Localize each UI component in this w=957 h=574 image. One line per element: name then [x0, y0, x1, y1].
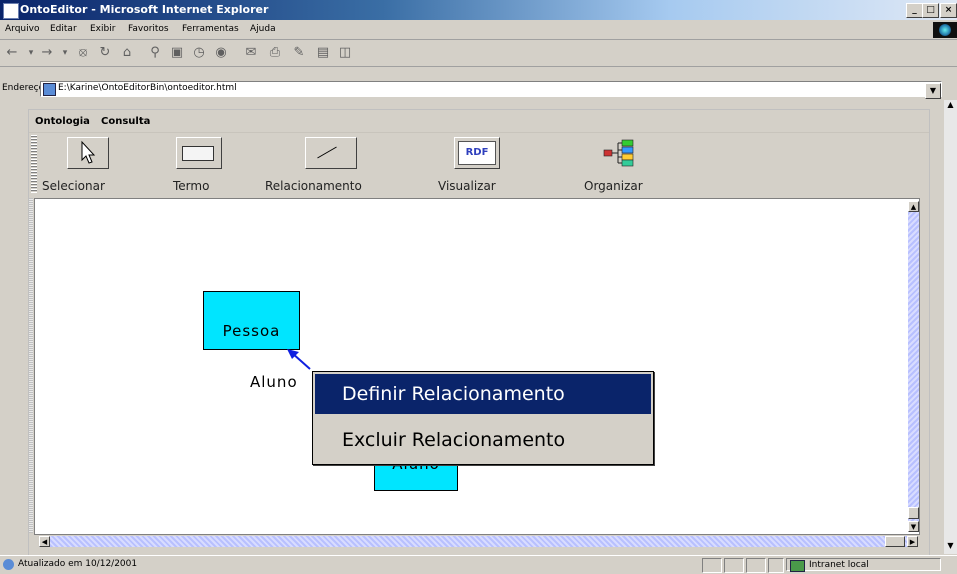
- relationship-tool-button[interactable]: [305, 137, 357, 169]
- menu-arquivo[interactable]: Arquivo: [5, 24, 39, 34]
- address-bar: Endereço E:\Karine\OntoEditorBin\ontoedi…: [0, 80, 957, 99]
- scroll-right-icon[interactable]: ▶: [907, 536, 918, 547]
- status-pane-2: [724, 558, 744, 573]
- ie-page-icon: [3, 559, 14, 570]
- menu-ontologia[interactable]: Ontologia: [35, 116, 90, 127]
- menu-consulta[interactable]: Consulta: [101, 116, 150, 127]
- window-title-bar[interactable]: OntoEditor - Microsoft Internet Explorer…: [0, 0, 957, 20]
- page-scroll-up-icon[interactable]: ▲: [944, 100, 957, 113]
- history-icon[interactable]: ◷: [190, 44, 208, 62]
- menu-ajuda[interactable]: Ajuda: [250, 24, 276, 34]
- visualize-tool-label: Visualizar: [438, 179, 496, 193]
- refresh-icon[interactable]: ↻: [96, 44, 114, 62]
- ie-menu-bar: Arquivo Editar Exibir Favoritos Ferramen…: [0, 20, 957, 40]
- menu-exibir[interactable]: Exibir: [90, 24, 115, 34]
- messenger-icon[interactable]: ◫: [336, 44, 354, 62]
- select-tool-button[interactable]: [67, 137, 109, 169]
- context-menu: Definir Relacionamento Excluir Relaciona…: [312, 371, 654, 465]
- forward-dropdown-icon[interactable]: ▾: [56, 44, 74, 62]
- status-text: Atualizado em 10/12/2001: [18, 559, 138, 569]
- minimize-button[interactable]: _: [906, 3, 923, 18]
- address-dropdown-icon[interactable]: ▼: [925, 83, 941, 99]
- status-pane-3: [746, 558, 766, 573]
- relationship-label[interactable]: Aluno: [250, 373, 298, 391]
- rdf-icon: RDF: [458, 141, 496, 165]
- forward-icon[interactable]: →: [38, 44, 56, 62]
- line-icon: [317, 146, 337, 159]
- stop-icon[interactable]: ⦻: [74, 44, 92, 62]
- define-relationship-item[interactable]: Definir Relacionamento: [315, 374, 651, 414]
- window-title: OntoEditor - Microsoft Internet Explorer: [20, 3, 269, 16]
- term-node-pessoa[interactable]: Pessoa: [203, 291, 300, 350]
- canvas-horizontal-scrollbar[interactable]: ◀ ▶: [39, 536, 918, 547]
- address-url: E:\Karine\OntoEditorBin\ontoeditor.html: [58, 83, 237, 93]
- address-label: Endereço: [2, 83, 45, 93]
- back-icon[interactable]: ←: [3, 44, 21, 62]
- address-input[interactable]: E:\Karine\OntoEditorBin\ontoeditor.html …: [40, 81, 942, 99]
- hierarchy-icon: [603, 139, 634, 167]
- rectangle-icon: [182, 146, 214, 161]
- canvas-side-grip[interactable]: [29, 198, 33, 533]
- ontoeditor-applet: Ontologia Consulta Selecionar Termo Rela…: [28, 109, 930, 556]
- status-zone: Intranet local: [786, 558, 941, 571]
- scroll-left-icon[interactable]: ◀: [39, 536, 50, 547]
- menu-editar[interactable]: Editar: [50, 24, 77, 34]
- media-icon[interactable]: ◉: [212, 44, 230, 62]
- select-tool-label: Selecionar: [42, 179, 105, 193]
- relationship-tool-label: Relacionamento: [265, 179, 362, 193]
- ontology-canvas[interactable]: Pessoa Aluno Aluno ▲ ▼: [34, 198, 920, 535]
- scroll-up-icon[interactable]: ▲: [908, 201, 919, 212]
- status-pane-4: [768, 558, 784, 573]
- maximize-button[interactable]: □: [922, 3, 939, 18]
- print-icon[interactable]: ⎙: [266, 44, 284, 62]
- organize-tool-button[interactable]: [601, 137, 637, 169]
- toolbar-grip[interactable]: [31, 135, 37, 193]
- ie-logo: [933, 22, 957, 38]
- menu-favoritos[interactable]: Favoritos: [128, 24, 169, 34]
- status-bar: Atualizado em 10/12/2001 Intranet local: [0, 555, 957, 574]
- applet-menu-bar: Ontologia Consulta: [29, 110, 929, 133]
- horizontal-scroll-thumb[interactable]: [885, 536, 905, 547]
- menu-ferramentas[interactable]: Ferramentas: [182, 24, 239, 34]
- ie-nav-toolbar: ← ▾ → ▾ ⦻ ↻ ⌂ ⚲ ▣ ◷ ◉ ✉ ⎙ ✎ ▤ ◫: [0, 40, 957, 67]
- status-pane-1: [702, 558, 722, 573]
- home-icon[interactable]: ⌂: [118, 44, 136, 62]
- term-tool-button[interactable]: [176, 137, 222, 169]
- discuss-icon[interactable]: ▤: [314, 44, 332, 62]
- visualize-tool-button[interactable]: RDF: [454, 137, 500, 169]
- scroll-down-icon[interactable]: ▼: [908, 521, 919, 532]
- page-scroll-down-icon[interactable]: ▼: [944, 541, 957, 554]
- favorites-icon[interactable]: ▣: [168, 44, 186, 62]
- vertical-scroll-thumb[interactable]: [908, 507, 919, 519]
- close-button[interactable]: ×: [940, 3, 957, 18]
- organize-tool-label: Organizar: [584, 179, 643, 193]
- page-scrollbar[interactable]: ▲ ▼: [944, 100, 957, 554]
- edit-icon[interactable]: ✎: [290, 44, 308, 62]
- ie-app-icon: [3, 3, 19, 19]
- cursor-arrow-icon: [81, 140, 96, 164]
- page-icon: [43, 83, 56, 96]
- delete-relationship-item[interactable]: Excluir Relacionamento: [315, 420, 651, 460]
- search-icon[interactable]: ⚲: [146, 44, 164, 62]
- canvas-vertical-scrollbar[interactable]: ▲ ▼: [908, 201, 919, 532]
- mail-icon[interactable]: ✉: [242, 44, 260, 62]
- intranet-icon: [790, 560, 805, 572]
- applet-toolbar: Selecionar Termo Relacionamento RDF Visu…: [29, 133, 929, 195]
- term-tool-label: Termo: [173, 179, 210, 193]
